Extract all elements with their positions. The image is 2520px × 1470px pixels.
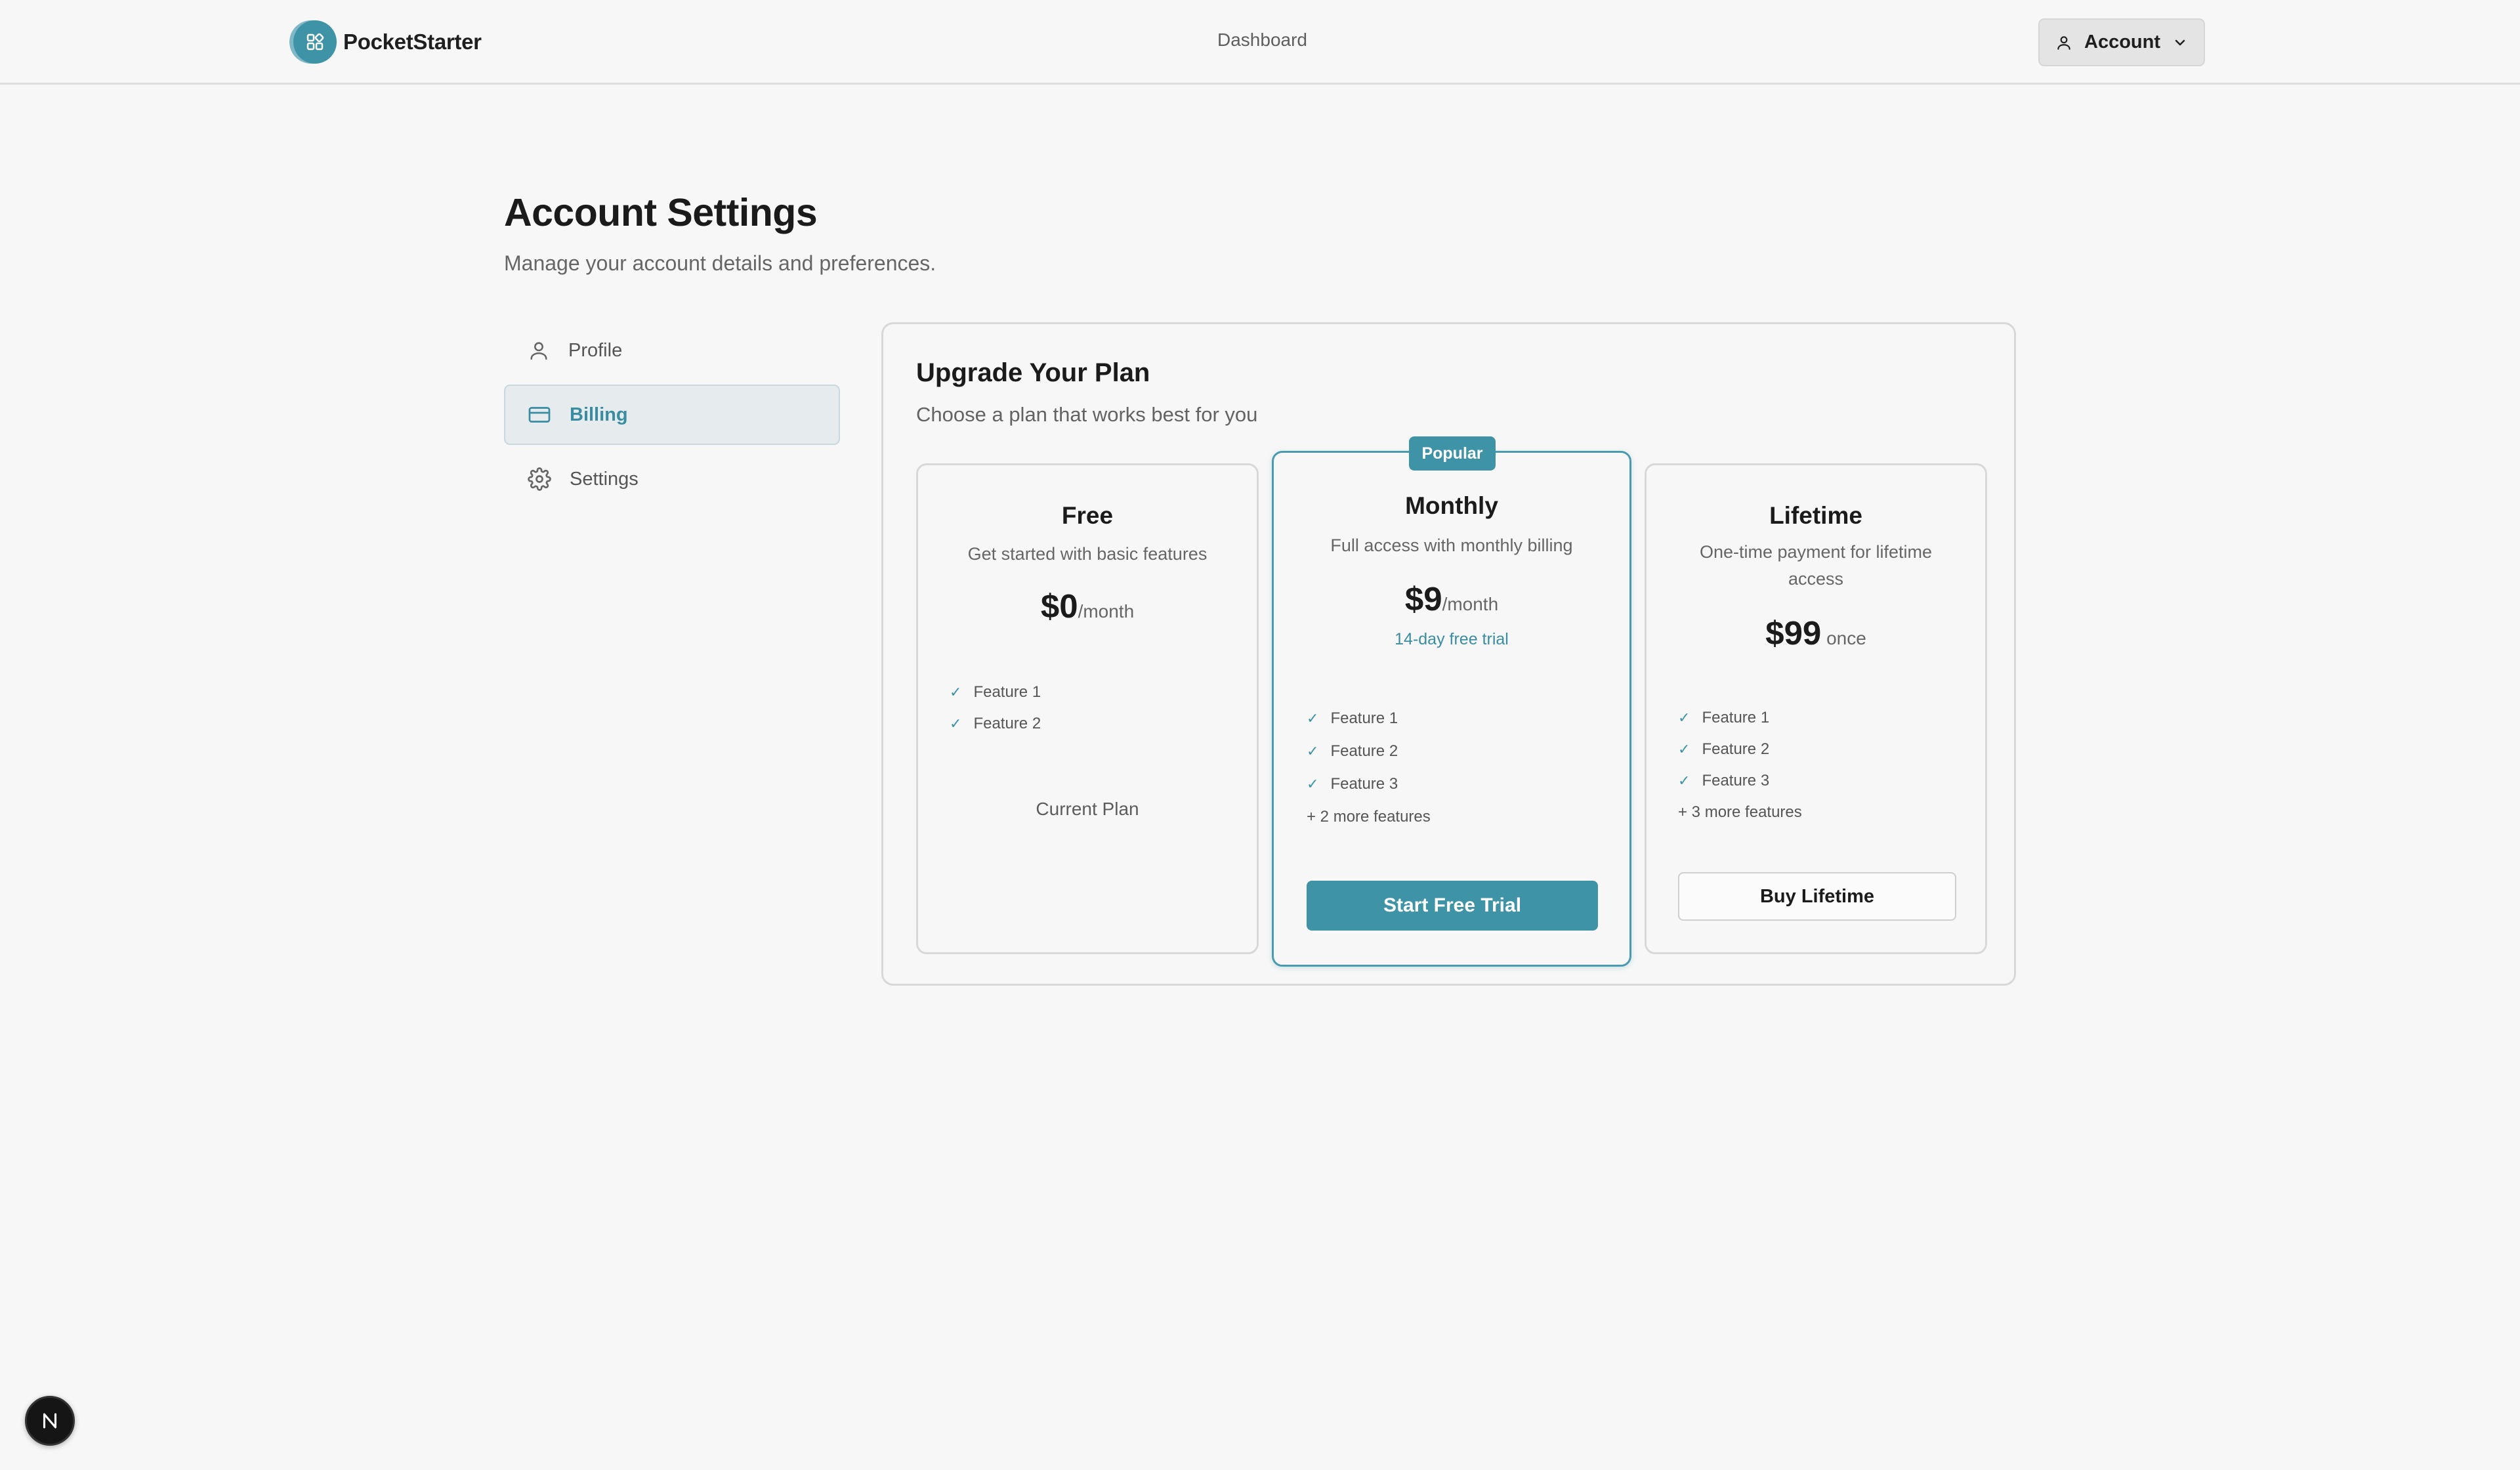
plan-name: Lifetime bbox=[1769, 502, 1862, 529]
page-title: Account Settings bbox=[504, 191, 818, 234]
panel-title: Upgrade Your Plan bbox=[916, 358, 1150, 387]
buy-lifetime-button[interactable]: Buy Lifetime bbox=[1678, 872, 1956, 921]
logo-icon bbox=[293, 20, 337, 64]
popular-badge: Popular bbox=[1409, 436, 1496, 471]
start-free-trial-button[interactable]: Start Free Trial bbox=[1307, 881, 1598, 931]
check-icon: ✓ bbox=[1678, 741, 1690, 757]
feature-item: ✓ Feature 2 bbox=[950, 715, 1041, 732]
feature-item: ✓ Feature 3 bbox=[1307, 775, 1398, 793]
plan-price: $99 once bbox=[1647, 614, 1985, 652]
user-icon bbox=[2057, 35, 2070, 50]
panel-subtitle: Choose a plan that works best for you bbox=[916, 403, 1258, 426]
top-header: PocketStarter Dashboard Account bbox=[0, 0, 2520, 85]
feature-item: ✓ Feature 1 bbox=[1307, 709, 1398, 727]
trial-label: 14-day free trial bbox=[1395, 630, 1509, 648]
price-period: /month bbox=[1442, 594, 1499, 614]
price-period: /month bbox=[1078, 601, 1135, 621]
more-features: + 2 more features bbox=[1307, 808, 1431, 826]
sidebar-item-billing[interactable]: Billing bbox=[504, 385, 840, 445]
sidebar-item-label: Settings bbox=[570, 468, 639, 490]
more-features: + 3 more features bbox=[1678, 803, 1802, 821]
account-label: Account bbox=[2084, 32, 2160, 52]
credit-card-icon bbox=[528, 407, 551, 423]
feature-item: ✓ Feature 2 bbox=[1678, 740, 1770, 758]
plan-card-free: Free Get started with basic features $0/… bbox=[916, 463, 1259, 954]
feature-list: ✓ Feature 1 ✓ Feature 2 bbox=[950, 677, 1041, 740]
sidebar-item-settings[interactable]: Settings bbox=[504, 449, 840, 509]
sidebar-item-label: Profile bbox=[568, 339, 623, 361]
price-period: once bbox=[1821, 628, 1866, 648]
check-icon: ✓ bbox=[1307, 743, 1319, 759]
nav-dashboard-link[interactable]: Dashboard bbox=[1217, 30, 1307, 51]
price-amount: $99 bbox=[1765, 614, 1822, 652]
check-icon: ✓ bbox=[1678, 772, 1690, 789]
upgrade-plan-panel: Upgrade Your Plan Choose a plan that wor… bbox=[881, 322, 2016, 986]
sidebar-item-label: Billing bbox=[570, 404, 628, 425]
check-icon: ✓ bbox=[1307, 776, 1319, 792]
feature-item: ✓ Feature 1 bbox=[950, 683, 1041, 701]
brand-logo[interactable]: PocketStarter bbox=[293, 20, 482, 64]
check-icon: ✓ bbox=[1307, 710, 1319, 726]
gear-icon bbox=[528, 467, 551, 491]
price-amount: $9 bbox=[1404, 580, 1442, 618]
check-icon: ✓ bbox=[1678, 709, 1690, 726]
feature-list: ✓ Feature 1 ✓ Feature 2 ✓ Feature 3 + 3 mor… bbox=[1678, 702, 1802, 828]
settings-sidebar: Profile Billing Settings bbox=[504, 320, 840, 513]
n-logo-icon bbox=[43, 1413, 57, 1429]
chevron-down-icon bbox=[2175, 39, 2185, 45]
page-subtitle: Manage your account details and preferen… bbox=[504, 251, 936, 275]
brand-name: PocketStarter bbox=[343, 30, 482, 54]
price-amount: $0 bbox=[1040, 587, 1078, 625]
plan-card-monthly: Popular Monthly Full access with monthly… bbox=[1272, 436, 1631, 967]
check-icon: ✓ bbox=[950, 715, 962, 732]
next-dev-indicator-button[interactable] bbox=[25, 1396, 75, 1446]
feature-list: ✓ Feature 1 ✓ Feature 2 ✓ Feature 3 + 2 mor… bbox=[1307, 702, 1431, 833]
plan-description: Full access with monthly billing bbox=[1330, 536, 1573, 555]
plan-name: Monthly bbox=[1405, 492, 1498, 519]
plan-price: $9/month bbox=[1274, 579, 1629, 618]
plan-description: Get started with basic features bbox=[967, 544, 1208, 564]
feature-item: ✓ Feature 3 bbox=[1678, 772, 1770, 789]
feature-item: ✓ Feature 2 bbox=[1307, 742, 1398, 760]
user-icon bbox=[530, 342, 547, 360]
plan-description: One-time payment for lifetime access bbox=[1699, 542, 1933, 589]
plan-name: Free bbox=[1061, 502, 1114, 529]
current-plan-label: Current Plan bbox=[1036, 799, 1139, 819]
feature-item: ✓ Feature 1 bbox=[1678, 709, 1770, 726]
check-icon: ✓ bbox=[950, 684, 962, 700]
plan-price: $0/month bbox=[918, 587, 1257, 625]
sidebar-item-profile[interactable]: Profile bbox=[504, 320, 840, 381]
plan-card-lifetime: Lifetime One-time payment for lifetime a… bbox=[1645, 463, 1987, 954]
account-menu-button[interactable]: Account bbox=[2038, 18, 2205, 66]
